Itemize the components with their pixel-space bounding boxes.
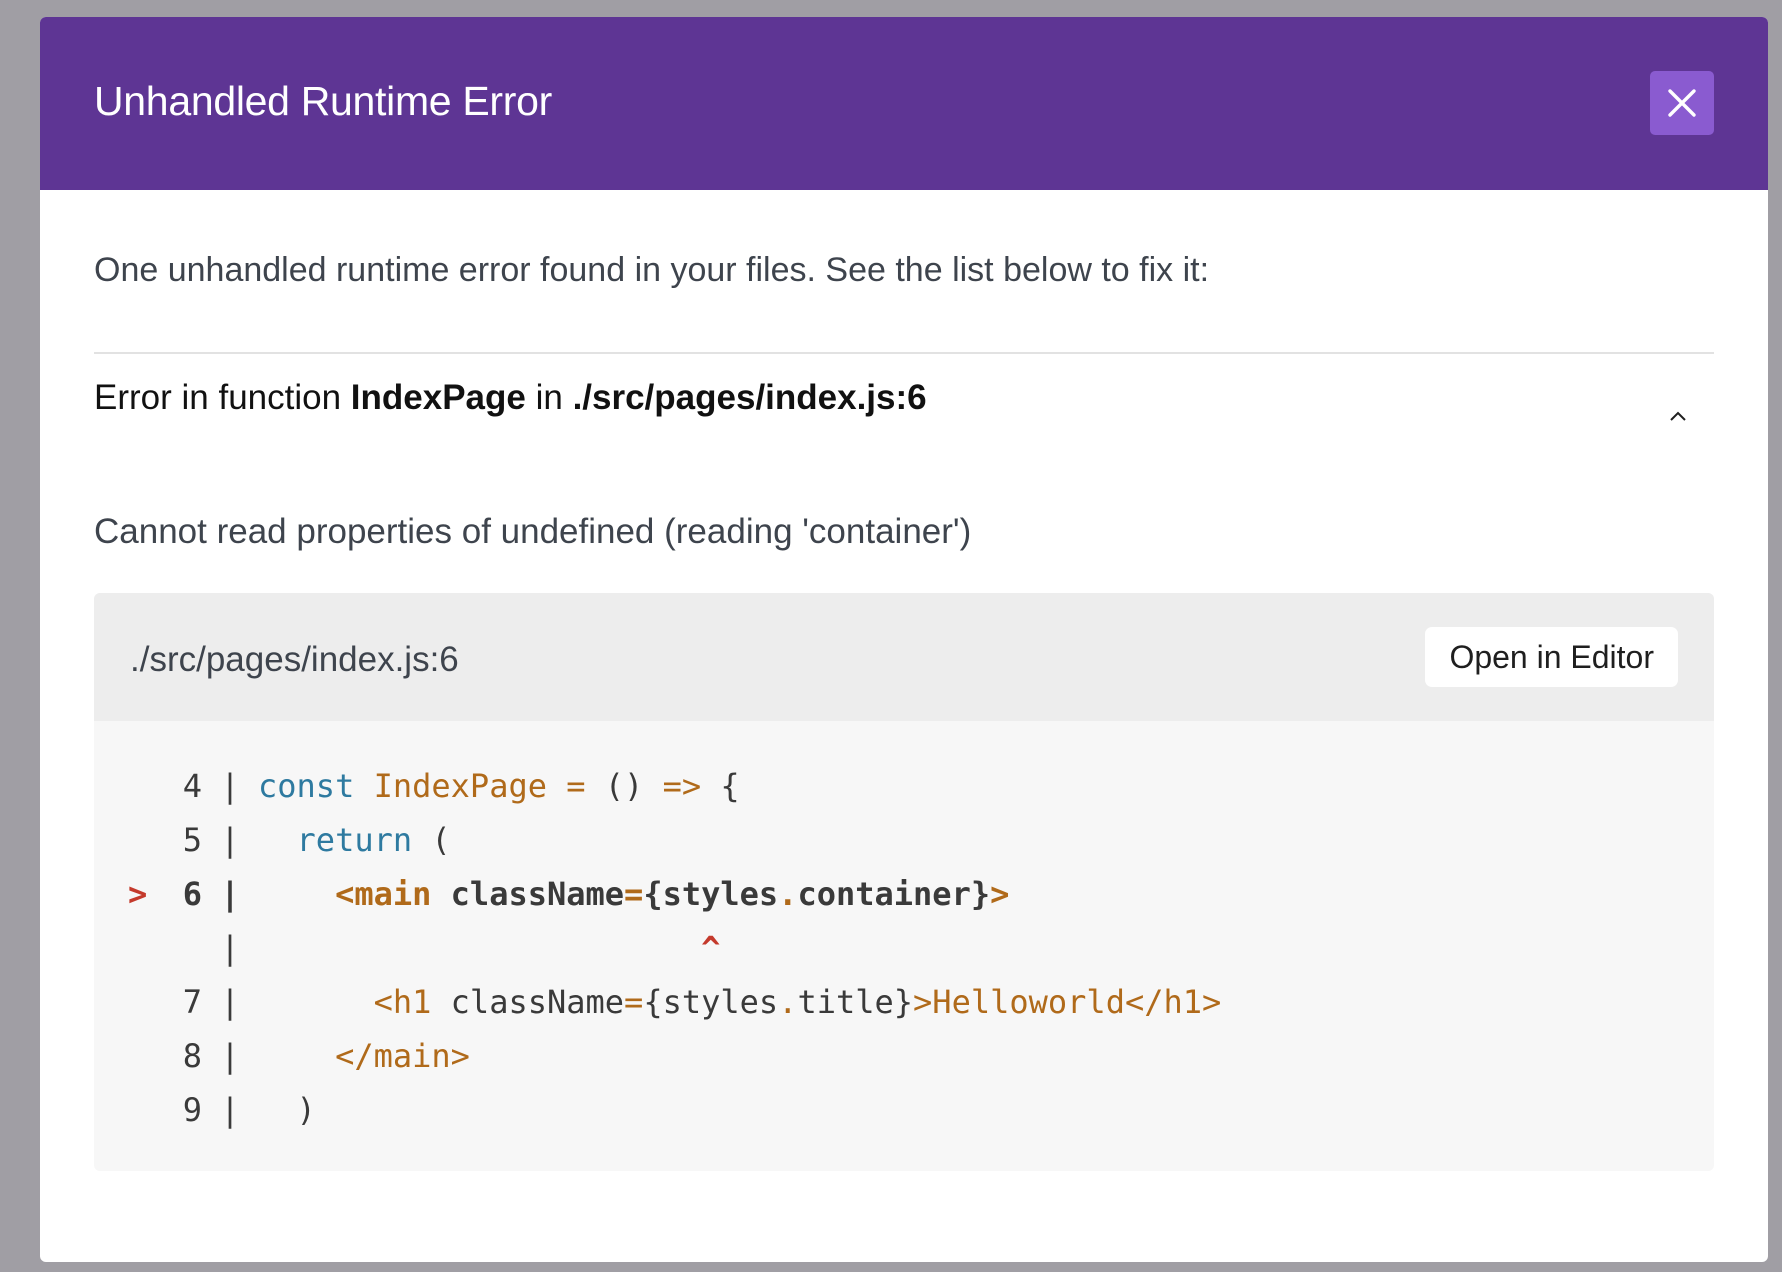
code-line: 4 | const IndexPage = () => {	[94, 759, 1714, 813]
line-number: 8	[182, 1037, 202, 1075]
code-line: 8 | </main>	[94, 1029, 1714, 1083]
caret-line: | ^	[94, 921, 1714, 975]
code-text: </main>	[258, 1037, 470, 1075]
code-frame-path[interactable]: ./src/pages/index.js:6	[130, 639, 459, 681]
code-text: )	[258, 1091, 316, 1129]
code-token: <h1	[373, 983, 432, 1021]
code-token: IndexPage	[373, 767, 547, 805]
code-text: <main className={styles.container}>	[258, 875, 1009, 913]
gutter-bar: |	[220, 875, 240, 913]
code-line: 9 | )	[94, 1083, 1714, 1137]
code-token: className	[431, 875, 625, 913]
line-number: 9	[182, 1091, 202, 1129]
code-token: =	[566, 767, 586, 805]
code-line-error: >6 | <main className={styles.container}>	[94, 867, 1714, 921]
error-heading-middle: in	[525, 378, 573, 417]
code-frame-header: ./src/pages/index.js:6 Open in Editor	[94, 593, 1714, 721]
chevron-up-icon	[1668, 409, 1688, 426]
code-line: 5 | return (	[94, 813, 1714, 867]
code-token: =>	[662, 767, 702, 805]
code-token: {	[701, 767, 740, 805]
line-number: 7	[182, 983, 202, 1021]
error-overlay-dialog: Unhandled Runtime Error One unhandled ru…	[40, 17, 1768, 1262]
close-icon	[1667, 88, 1697, 118]
error-function-name: IndexPage	[350, 378, 526, 417]
code-line: 7 | <h1 className={styles.title}>Hellowor…	[94, 975, 1714, 1029]
code-token: ()	[585, 767, 663, 805]
divider	[94, 352, 1714, 354]
code-text: return (	[258, 821, 451, 859]
error-location: ./src/pages/index.js:6	[572, 378, 927, 417]
code-token: (	[412, 821, 451, 859]
code-token: .	[778, 875, 798, 913]
gutter-bar: |	[220, 929, 240, 967]
dialog-header: Unhandled Runtime Error	[40, 17, 1768, 190]
line-number: 5	[182, 821, 202, 859]
code-token: )	[296, 1091, 316, 1129]
error-line-marker: >	[128, 875, 148, 913]
code-token: return	[296, 821, 413, 859]
error-summary: One unhandled runtime error found in you…	[94, 251, 1210, 289]
code-token: <main	[335, 875, 432, 913]
gutter-bar: |	[220, 767, 240, 805]
code-text: <h1 className={styles.title}>Helloworld<…	[258, 983, 1222, 1021]
error-heading: Error in function IndexPage in ./src/pag…	[94, 377, 927, 419]
dialog-title: Unhandled Runtime Error	[94, 78, 552, 124]
collapse-toggle-button[interactable]	[1658, 397, 1698, 437]
code-token: const	[258, 767, 355, 805]
line-number: 4	[182, 767, 202, 805]
code-token: =	[624, 983, 644, 1021]
code-text: const IndexPage = () => {	[258, 767, 740, 805]
code-token: </main>	[335, 1037, 470, 1075]
code-token: title}	[797, 983, 914, 1021]
code-token: {styles	[643, 875, 779, 913]
gutter-bar: |	[220, 1037, 240, 1075]
code-token: className	[431, 983, 625, 1021]
gutter-bar: |	[220, 983, 240, 1021]
error-caret: ^	[701, 929, 721, 967]
close-button[interactable]	[1650, 71, 1714, 135]
error-heading-prefix: Error in function	[94, 378, 351, 417]
code-token: >Helloworld</h1>	[913, 983, 1222, 1021]
code-token: {styles	[643, 983, 779, 1021]
gutter-bar: |	[220, 821, 240, 859]
code-token: container}	[797, 875, 991, 913]
code-text: ^	[258, 929, 720, 967]
open-in-editor-button[interactable]: Open in Editor	[1425, 627, 1678, 687]
code-token: =	[624, 875, 644, 913]
gutter-bar: |	[220, 1091, 240, 1129]
code-token: >	[990, 875, 1010, 913]
code-block: 4 | const IndexPage = () => {5 | return (>6…	[94, 759, 1714, 1137]
line-number: 6	[182, 875, 202, 913]
error-message: Cannot read properties of undefined (rea…	[94, 512, 972, 551]
code-token: .	[778, 983, 798, 1021]
code-frame: ./src/pages/index.js:6 Open in Editor 4 |…	[94, 593, 1714, 1171]
